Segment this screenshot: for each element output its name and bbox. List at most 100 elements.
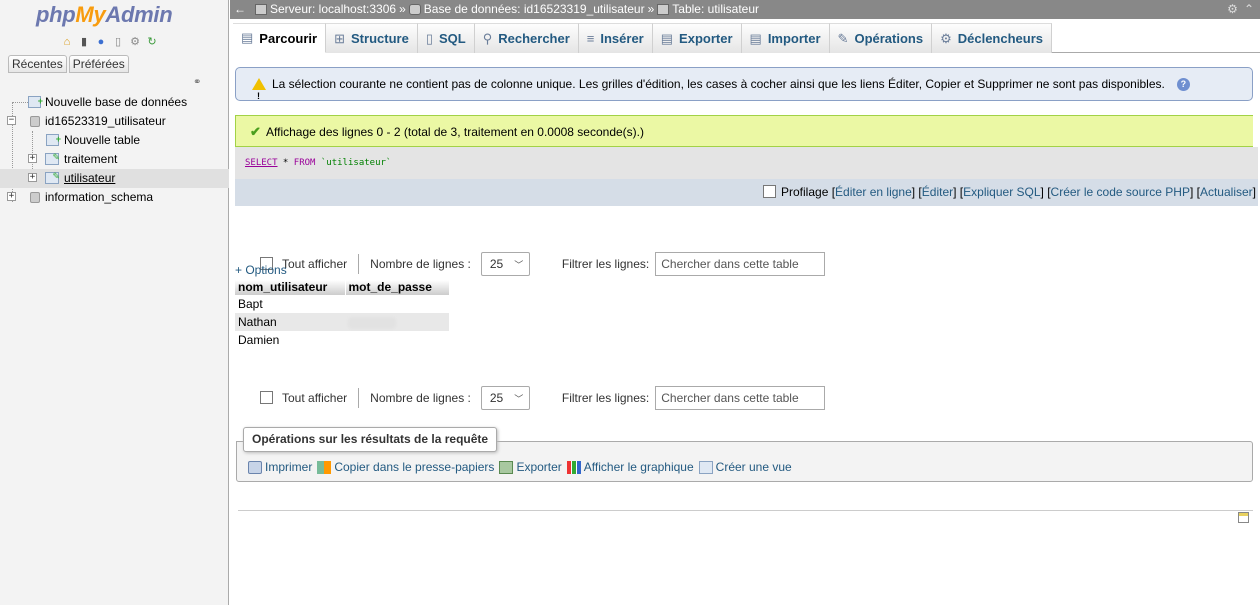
tab-label: Insérer	[600, 31, 644, 46]
phpmyadmin-logo[interactable]: phpMyAdmin	[36, 2, 173, 28]
reload-icon[interactable]: ↻	[145, 35, 159, 49]
rows-count-select[interactable]: 25 ﹀	[480, 386, 530, 410]
tab-import[interactable]: ▤ Importer	[741, 23, 830, 53]
rows-count-label: Nombre de lignes :	[370, 257, 471, 271]
chart-icon	[566, 460, 581, 474]
tree-item-new-database[interactable]: Nouvelle base de données	[0, 92, 229, 112]
tab-browse[interactable]: ▤ Parcourir	[233, 23, 327, 53]
profiling-checkbox[interactable]	[763, 185, 776, 199]
tree-item-db-information-schema[interactable]: + information_schema	[0, 188, 229, 207]
tree-label[interactable]: information_schema	[45, 188, 153, 207]
sql-table-name: `utilisateur`	[315, 158, 392, 168]
filter-rows-input[interactable]: Chercher dans cette table	[655, 252, 826, 276]
breadcrumb-table[interactable]: Table: utilisateur	[672, 0, 759, 19]
settings-icon[interactable]: ⚙	[128, 35, 142, 49]
breadcrumb-database[interactable]: Base de données: id16523319_utilisateur	[424, 0, 645, 19]
help-icon[interactable]: ?	[1176, 77, 1190, 91]
tree-label[interactable]: utilisateur	[64, 169, 115, 188]
table-icon	[657, 4, 670, 15]
table-row: Nathan	[235, 313, 449, 331]
sql-star: *	[277, 158, 294, 168]
tab-structure[interactable]: ⊞ Structure	[326, 23, 418, 53]
database-tree: Nouvelle base de données − id16523319_ut…	[0, 92, 229, 207]
sql-query-box[interactable]: SELECT * FROM `utilisateur`	[235, 147, 1258, 179]
tree-item-table-traitement[interactable]: + traitement	[0, 148, 229, 169]
profiling-label: Profilage	[781, 185, 829, 199]
warning-icon	[252, 78, 266, 112]
export-icon: ▤	[660, 30, 674, 46]
breadcrumb-server[interactable]: Serveur: localhost:3306	[270, 0, 396, 19]
navigation-panel: phpMyAdmin ⌂ ▮ ● ▯ ⚙ ↻ Récentes Préférée…	[0, 0, 229, 605]
table-icon	[45, 148, 60, 167]
tab-label: Exporter	[679, 31, 733, 46]
tab-label: Structure	[351, 31, 409, 46]
filter-rows-input[interactable]: Chercher dans cette table	[655, 386, 826, 410]
breadcrumb-separator: »	[647, 2, 655, 16]
tab-label: Importer	[767, 31, 821, 46]
sql-icon: ▯	[425, 30, 433, 46]
sql-keyword-from: FROM	[293, 158, 316, 168]
collapse-top-icon[interactable]: ⌃	[1244, 0, 1254, 19]
tree-item-new-table[interactable]: Nouvelle table	[0, 130, 229, 150]
collapse-icon[interactable]: −	[7, 116, 16, 125]
options-link[interactable]: + Options	[235, 263, 287, 277]
explain-sql-link[interactable]: Expliquer SQL	[963, 185, 1040, 199]
show-all-checkbox[interactable]	[260, 390, 273, 404]
expand-icon[interactable]: +	[28, 173, 37, 182]
tree-label[interactable]: Nouvelle base de données	[45, 93, 187, 112]
exit-icon[interactable]: ▮	[77, 35, 91, 49]
edit-link[interactable]: Éditer	[922, 185, 953, 199]
filter-rows-label: Filtrer les lignes:	[561, 257, 650, 271]
expand-icon[interactable]: +	[28, 154, 37, 163]
table-cell-redacted	[345, 331, 449, 349]
tab-operations[interactable]: ✎ Opérations	[829, 23, 933, 53]
tree-item-db-id16523319[interactable]: − id16523319_utilisateur	[0, 112, 229, 131]
navigation-row-top: Tout afficher Nombre de lignes : 25 ﹀ Fil…	[260, 252, 826, 276]
tab-export[interactable]: ▤ Exporter	[652, 23, 742, 53]
display-chart-link[interactable]: Afficher le graphique	[566, 460, 694, 474]
export-link[interactable]: Exporter	[499, 460, 562, 474]
create-view-link[interactable]: Créer une vue	[698, 460, 792, 474]
rows-count-select[interactable]: 25 ﹀	[480, 252, 530, 276]
divider	[358, 254, 360, 274]
rows-count-value: 25	[489, 257, 504, 271]
tab-insert[interactable]: ≡ Insérer	[578, 23, 653, 53]
refresh-link[interactable]: Actualiser	[1200, 185, 1253, 199]
home-icon[interactable]: ⌂	[60, 35, 74, 49]
tab-favorites[interactable]: Préférées	[68, 55, 129, 73]
table-cell: Bapt	[235, 295, 345, 313]
print-link[interactable]: Imprimer	[248, 460, 312, 474]
import-icon: ▤	[749, 30, 762, 46]
rows-count-value: 25	[489, 391, 504, 405]
column-header-mot-de-passe[interactable]: mot_de_passe	[345, 280, 450, 295]
divider	[358, 388, 360, 408]
edit-inline-link[interactable]: Éditer en ligne	[835, 185, 912, 199]
logo-php: php	[36, 2, 76, 27]
column-header-nom-utilisateur[interactable]: nom_utilisateur	[235, 280, 346, 295]
settings-gear-icon[interactable]: ⚙	[1227, 0, 1238, 19]
tab-search[interactable]: ⚲ Rechercher	[474, 23, 579, 53]
tree-label[interactable]: Nouvelle table	[64, 131, 140, 150]
tab-sql[interactable]: ▯ SQL	[417, 23, 475, 53]
link-icon[interactable]: ⚭	[193, 77, 201, 88]
bookmark-icon[interactable]	[1238, 512, 1249, 523]
create-php-code-link[interactable]: Créer le code source PHP	[1051, 185, 1190, 199]
docs-icon[interactable]: ▯	[111, 35, 125, 49]
tree-item-table-utilisateur[interactable]: + utilisateur	[0, 167, 229, 188]
link-label: Exporter	[516, 460, 562, 474]
tree-label[interactable]: traitement	[64, 150, 117, 169]
tab-triggers[interactable]: ⚙ Déclencheurs	[932, 23, 1052, 53]
search-icon: ⚲	[482, 30, 493, 46]
table-row: Bapt	[235, 295, 449, 313]
tree-label[interactable]: id16523319_utilisateur	[45, 112, 166, 131]
help-icon[interactable]: ●	[94, 35, 108, 49]
view-icon	[698, 460, 713, 474]
expand-icon[interactable]: +	[7, 192, 16, 201]
breadcrumb-bar: ← Serveur: localhost:3306 » Base de donn…	[230, 0, 1260, 19]
tab-recent[interactable]: Récentes	[8, 55, 67, 73]
copy-clipboard-link[interactable]: Copier dans le presse-papiers	[317, 460, 494, 474]
breadcrumb: Serveur: localhost:3306 » Base de donnée…	[255, 0, 759, 19]
new-database-icon	[28, 92, 43, 111]
collapse-nav-arrow-icon[interactable]: ←	[233, 0, 247, 19]
link-label: Créer une vue	[715, 460, 792, 474]
